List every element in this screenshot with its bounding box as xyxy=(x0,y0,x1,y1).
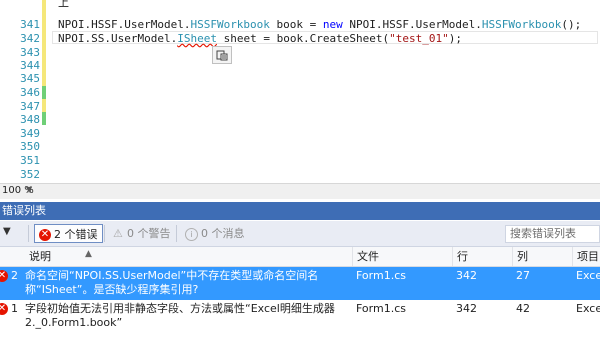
error-column: 27 xyxy=(516,269,530,282)
error-index: 2 xyxy=(11,269,18,282)
messages-filter-button[interactable]: i0 个消息 xyxy=(181,224,249,243)
error-description: 字段初始值无法引用非静态字段、方法或属性“Excel明细生成器 2._0.For… xyxy=(25,302,345,330)
line-number: 352 xyxy=(20,168,40,181)
code-token: NPOI.HSSF.UserModel. xyxy=(58,18,191,31)
error-project: Excel xyxy=(576,269,600,282)
error-list-header: 说明 ▲ 文件 行 列 项目 xyxy=(0,247,600,267)
code-editor[interactable]: 上 341 342 343 344 345 346 347 348 349 35… xyxy=(0,0,600,183)
error-project: Excel xyxy=(576,302,600,315)
toolbar-separator xyxy=(28,225,29,242)
search-error-list-input[interactable]: 搜索错误列表 xyxy=(505,225,600,243)
toolbar-separator xyxy=(104,225,105,242)
errors-filter-button[interactable]: ✕ 2 个错误 xyxy=(34,224,103,243)
column-column[interactable]: 列 xyxy=(512,247,572,266)
column-file[interactable]: 文件 xyxy=(352,247,452,266)
type-token: HSSFWorkbook xyxy=(190,18,270,31)
error-file: Form1.cs xyxy=(356,302,406,315)
warning-icon: ⚠ xyxy=(113,227,123,240)
string-token: "test_01" xyxy=(389,32,449,45)
smart-tag-icon[interactable] xyxy=(212,46,232,64)
zoom-dropdown-icon[interactable]: ▼ xyxy=(26,185,32,194)
code-token: book = xyxy=(269,18,323,31)
column-label: 列 xyxy=(517,250,528,263)
column-label: 文件 xyxy=(357,250,379,263)
error-file: Form1.cs xyxy=(356,269,406,282)
error-description: 命名空间“NPOI.SS.UserModel”中不存在类型或命名空间名 称“IS… xyxy=(25,269,345,297)
toolbar-separator xyxy=(176,225,177,242)
code-token: NPOI.SS.UserModel. xyxy=(58,32,178,45)
error-icon: ✕ xyxy=(0,270,8,282)
line-number: 342 xyxy=(20,32,40,45)
changed-line-marker xyxy=(42,0,46,86)
line-number: 343 xyxy=(20,46,40,59)
filter-dropdown-icon[interactable]: ▼ xyxy=(3,226,11,237)
code-token: (); xyxy=(561,18,582,31)
line-number: 344 xyxy=(20,59,40,72)
column-label: 行 xyxy=(457,250,468,263)
warnings-filter-button[interactable]: ⚠ 0 个警告 xyxy=(109,224,175,243)
error-list-title: 错误列表 xyxy=(0,202,600,220)
error-index: 1 xyxy=(11,302,18,315)
line-number: 345 xyxy=(20,72,40,85)
type-token-error: ISheet xyxy=(177,32,217,45)
line-number: 347 xyxy=(20,100,40,113)
description-line: 称“ISheet”。是否缺少程序集引用? xyxy=(25,283,199,296)
column-project[interactable]: 项目 xyxy=(572,247,600,266)
error-row[interactable]: ✕ 2 命名空间“NPOI.SS.UserModel”中不存在类型或命名空间名 … xyxy=(0,267,600,300)
error-list-toolbar: ▼ ✕ 2 个错误 ⚠ 0 个警告 i0 个消息 搜索错误列表 xyxy=(0,221,600,247)
line-number-gutter: 341 342 343 344 345 346 347 348 349 350 … xyxy=(0,0,40,183)
error-row[interactable]: ✕ 1 字段初始值无法引用非静态字段、方法或属性“Excel明细生成器 2._0… xyxy=(0,300,600,333)
type-token: HSSFWorkbook xyxy=(481,18,562,31)
editor-status-bar: 100 % ▼ xyxy=(0,183,600,199)
errors-count: 2 个错误 xyxy=(54,228,98,241)
error-icon: ✕ xyxy=(39,229,51,241)
column-description[interactable]: 说明 ▲ xyxy=(25,247,352,266)
error-line: 342 xyxy=(456,269,477,282)
line-number: 346 xyxy=(20,86,40,99)
changed-line-marker xyxy=(42,99,46,112)
column-label: 项目 xyxy=(577,250,599,263)
code-line-342[interactable]: NPOI.SS.UserModel.ISheet sheet = book.Cr… xyxy=(58,32,462,45)
description-line: 字段初始值无法引用非静态字段、方法或属性“Excel明细生成器 xyxy=(25,302,335,315)
line-number: 348 xyxy=(20,113,40,126)
sort-ascending-icon: ▲ xyxy=(85,249,92,259)
line-number: 351 xyxy=(20,154,40,167)
line-number: 349 xyxy=(20,127,40,140)
line-number: 341 xyxy=(20,18,40,31)
code-line-341[interactable]: NPOI.HSSF.UserModel.HSSFWorkbook book = … xyxy=(58,18,581,31)
warnings-count: 0 个警告 xyxy=(127,227,171,240)
error-icon: ✕ xyxy=(0,303,8,315)
keyword-token: new xyxy=(322,18,343,31)
description-line: 命名空间“NPOI.SS.UserModel”中不存在类型或命名空间名 xyxy=(25,269,319,282)
code-token: sheet = book.CreateSheet( xyxy=(216,32,390,45)
info-icon: i xyxy=(185,227,198,241)
error-line: 342 xyxy=(456,302,477,315)
error-column: 42 xyxy=(516,302,530,315)
saved-change-marker xyxy=(42,86,46,99)
comment-fragment: 上 xyxy=(58,0,69,9)
column-label: 说明 xyxy=(29,250,51,263)
code-token: NPOI.HSSF.UserModel. xyxy=(342,18,482,31)
partial-comment-line: 上 xyxy=(0,0,600,9)
line-number: 350 xyxy=(20,140,40,153)
column-line[interactable]: 行 xyxy=(452,247,512,266)
description-line: 2._0.Form1.book” xyxy=(25,316,123,329)
messages-count: 0 个消息 xyxy=(201,227,245,240)
saved-change-marker xyxy=(42,112,46,125)
code-token: ); xyxy=(448,32,463,45)
